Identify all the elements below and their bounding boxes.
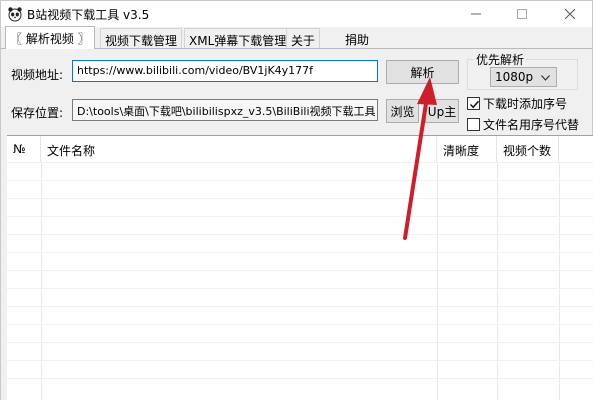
app-window: B站视频下载工具 v3.5 〖 解析视频 〗 视频下载管理 XML弹幕下载管理 …	[0, 0, 593, 400]
annotation-arrow-icon	[403, 77, 437, 240]
tab-parse-video[interactable]: 〖 解析视频 〗	[5, 26, 95, 49]
